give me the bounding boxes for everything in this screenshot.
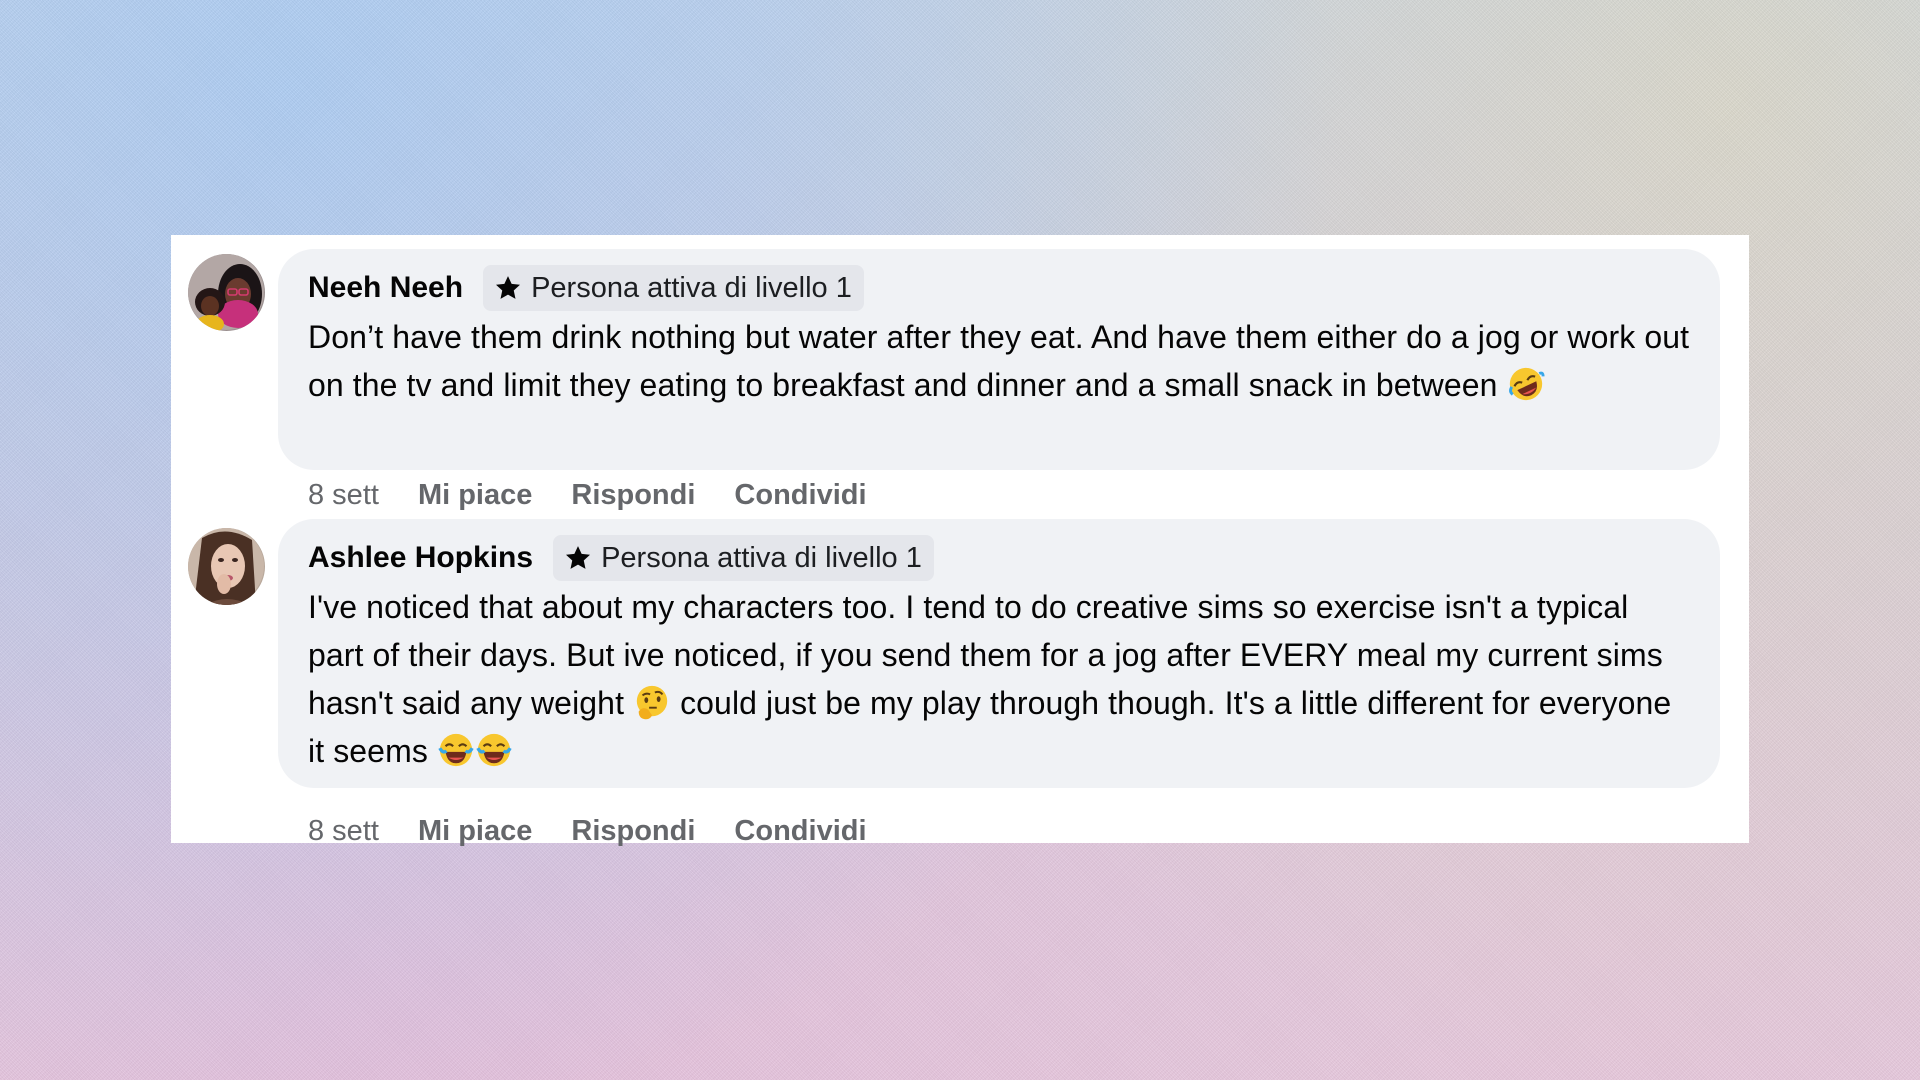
avatar[interactable] [188, 528, 265, 605]
thinking-face-emoji [636, 685, 668, 720]
like-button[interactable]: Mi piace [418, 479, 532, 512]
author-name[interactable]: Ashlee Hopkins [308, 541, 533, 575]
avatar[interactable] [188, 254, 265, 331]
comments-panel: Neeh Neeh Persona attiva di livello 1 Do… [171, 235, 1749, 847]
star-icon [566, 546, 591, 569]
tears-of-joy-emoji [476, 733, 512, 767]
level-badge[interactable]: Persona attiva di livello 1 [483, 265, 864, 311]
reply-button[interactable]: Rispondi [571, 815, 695, 848]
badge-label: Persona attiva di livello 1 [601, 541, 922, 574]
author-name[interactable]: Neeh Neeh [308, 271, 463, 305]
like-button[interactable]: Mi piace [418, 815, 532, 848]
timestamp[interactable]: 8 sett [308, 479, 379, 512]
comment-bubble: Neeh Neeh Persona attiva di livello 1 Do… [278, 249, 1720, 470]
badge-label: Persona attiva di livello 1 [531, 271, 852, 304]
comment-actions: 8 sett Mi piace Rispondi Condividi [308, 470, 906, 520]
timestamp[interactable]: 8 sett [308, 815, 379, 848]
tears-of-joy-emoji [438, 733, 474, 767]
comment-actions: 8 sett Mi piace Rispondi Condividi [308, 806, 906, 856]
star-icon [496, 276, 521, 299]
level-badge[interactable]: Persona attiva di livello 1 [553, 535, 934, 581]
comment-text: Don’t have them drink nothing but water … [308, 313, 1690, 409]
share-button[interactable]: Condividi [734, 479, 866, 512]
share-button[interactable]: Condividi [734, 815, 866, 848]
comment-text: I've noticed that about my characters to… [308, 589, 1672, 769]
comment-bubble: Ashlee Hopkins Persona attiva di livello… [278, 519, 1720, 788]
reply-button[interactable]: Rispondi [571, 479, 695, 512]
rolling-on-floor-laughing-emoji [1508, 367, 1545, 401]
